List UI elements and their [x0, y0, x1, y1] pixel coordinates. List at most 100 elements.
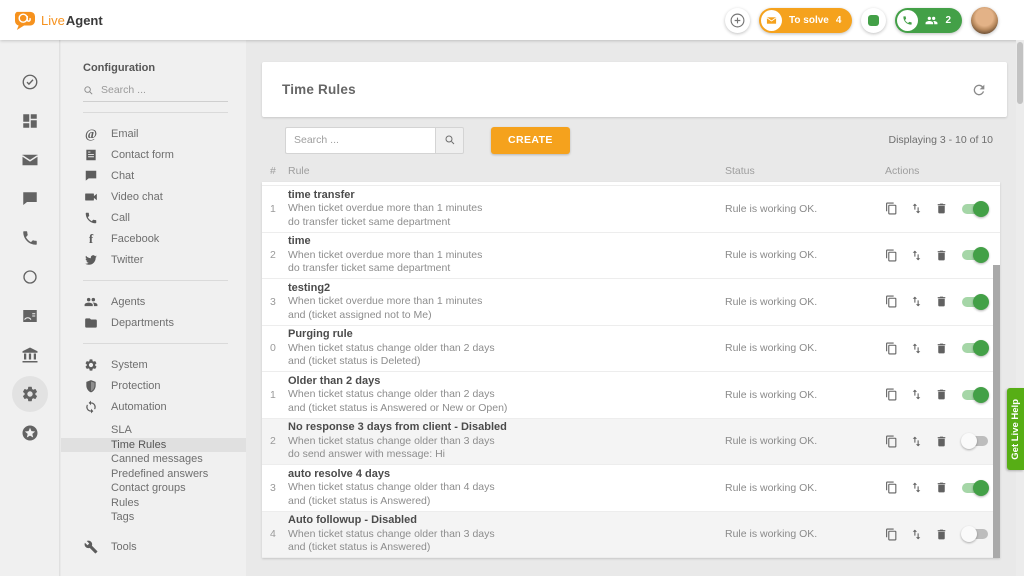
delete-icon[interactable]: [935, 249, 948, 262]
enable-toggle[interactable]: [962, 483, 988, 493]
table-row[interactable]: 2 No response 3 days from client - Disab…: [262, 419, 1000, 466]
reorder-icon[interactable]: [910, 528, 923, 541]
copy-icon[interactable]: [885, 202, 898, 215]
table-row[interactable]: 0 Purging rule When ticket status change…: [262, 326, 1000, 373]
delete-icon[interactable]: [935, 481, 948, 494]
sidebar-item-agents[interactable]: Agents: [61, 291, 246, 312]
chat-status-button[interactable]: [861, 8, 886, 33]
reorder-icon[interactable]: [910, 481, 923, 494]
delete-icon[interactable]: [935, 528, 948, 541]
add-button[interactable]: [725, 8, 750, 33]
user-avatar[interactable]: [971, 7, 998, 34]
delete-icon[interactable]: [935, 388, 948, 401]
get-live-help-button[interactable]: Get Live Help: [1007, 388, 1024, 470]
rules-search-button[interactable]: [435, 127, 464, 154]
delete-icon[interactable]: [935, 202, 948, 215]
table-row[interactable]: 1 Older than 2 days When ticket status c…: [262, 372, 1000, 419]
toggle-knob: [973, 247, 989, 263]
delete-icon[interactable]: [935, 435, 948, 448]
enable-toggle[interactable]: [962, 297, 988, 307]
rail-item-dashboard[interactable]: [12, 103, 48, 139]
rule-actions: [885, 481, 988, 494]
reorder-icon[interactable]: [910, 388, 923, 401]
table-row[interactable]: 3 testing2 When ticket overdue more than…: [262, 279, 1000, 326]
table-scrollbar[interactable]: [993, 265, 1000, 558]
sidebar-item-tools[interactable]: Tools: [61, 537, 246, 558]
reorder-icon[interactable]: [910, 202, 923, 215]
copy-icon[interactable]: [885, 342, 898, 355]
circle-icon: [21, 268, 39, 286]
rule-order: 1: [270, 203, 288, 215]
copy-icon[interactable]: [885, 435, 898, 448]
enable-toggle[interactable]: [962, 204, 988, 214]
refresh-icon[interactable]: [971, 82, 987, 98]
table-row[interactable]: 3 auto resolve 4 days When ticket status…: [262, 465, 1000, 512]
rail-item-call[interactable]: [12, 220, 48, 256]
calls-button[interactable]: 2: [895, 8, 962, 33]
copy-icon[interactable]: [885, 295, 898, 308]
sidebar-item-automation[interactable]: Automation: [61, 396, 246, 417]
col-num: #: [270, 165, 288, 177]
sidebar-item-time-rules[interactable]: Time Rules: [61, 438, 246, 453]
rail-item-settings[interactable]: [12, 376, 48, 412]
liveagent-logo[interactable]: Live Agent: [0, 10, 103, 30]
rail-item-tickets[interactable]: [12, 64, 48, 100]
sidebar-item-predefined-answers[interactable]: Predefined answers: [61, 467, 246, 482]
sidebar-item-sla[interactable]: SLA: [61, 423, 246, 438]
enable-toggle[interactable]: [962, 390, 988, 400]
rail-item-chat[interactable]: [12, 181, 48, 217]
rule-condition: When ticket status change older than 3 d…: [288, 528, 725, 542]
configuration-sidebar: Configuration @Email Contact form Chat V…: [61, 40, 246, 576]
top-bar: Live Agent To solve 4 2: [0, 0, 1024, 40]
rule-status: Rule is working OK.: [725, 249, 885, 261]
sidebar-item-facebook[interactable]: fFacebook: [61, 228, 246, 249]
table-row[interactable]: 2 time When ticket overdue more than 1 m…: [262, 233, 1000, 280]
copy-icon[interactable]: [885, 528, 898, 541]
sidebar-item-contact-form[interactable]: Contact form: [61, 144, 246, 165]
rail-item-mail[interactable]: [12, 142, 48, 178]
sidebar-item-departments[interactable]: Departments: [61, 312, 246, 333]
rail-item-contacts[interactable]: [12, 298, 48, 334]
copy-icon[interactable]: [885, 249, 898, 262]
sidebar-item-canned-messages[interactable]: Canned messages: [61, 452, 246, 467]
sidebar-item-system[interactable]: System: [61, 354, 246, 375]
table-row[interactable]: 1 time transfer When ticket overdue more…: [262, 186, 1000, 233]
rule-name: Purging rule: [288, 328, 725, 342]
sidebar-item-chat[interactable]: Chat: [61, 165, 246, 186]
scrollbar-thumb[interactable]: [1017, 42, 1023, 104]
rule-action: and (ticket status is Answered): [288, 495, 725, 509]
rail-item-billing[interactable]: [12, 337, 48, 373]
sidebar-item-email[interactable]: @Email: [61, 123, 246, 144]
to-solve-button[interactable]: To solve 4: [759, 8, 852, 33]
sidebar-item-contact-groups[interactable]: Contact groups: [61, 481, 246, 496]
sidebar-item-rules[interactable]: Rules: [61, 496, 246, 511]
delete-icon[interactable]: [935, 342, 948, 355]
sidebar-item-video-chat[interactable]: Video chat: [61, 186, 246, 207]
create-button[interactable]: CREATE: [491, 127, 570, 154]
window-scrollbar[interactable]: [1016, 40, 1024, 576]
sidebar-item-protection[interactable]: Protection: [61, 375, 246, 396]
reorder-icon[interactable]: [910, 342, 923, 355]
copy-icon[interactable]: [885, 481, 898, 494]
toggle-knob: [973, 387, 989, 403]
sidebar-item-call[interactable]: Call: [61, 207, 246, 228]
reorder-icon[interactable]: [910, 249, 923, 262]
toggle-knob: [973, 294, 989, 310]
enable-toggle[interactable]: [962, 436, 988, 446]
rules-search-input[interactable]: [285, 127, 435, 154]
reorder-icon[interactable]: [910, 295, 923, 308]
enable-toggle[interactable]: [962, 343, 988, 353]
rail-item-online[interactable]: [12, 259, 48, 295]
enable-toggle[interactable]: [962, 529, 988, 539]
rule-actions: [885, 435, 988, 448]
delete-icon[interactable]: [935, 295, 948, 308]
enable-toggle[interactable]: [962, 250, 988, 260]
sidebar-item-twitter[interactable]: Twitter: [61, 249, 246, 270]
sidebar-item-tags[interactable]: Tags: [61, 510, 246, 525]
copy-icon[interactable]: [885, 388, 898, 401]
rail-item-gamification[interactable]: [12, 415, 48, 451]
reorder-icon[interactable]: [910, 435, 923, 448]
rule-order: 1: [270, 389, 288, 401]
table-row[interactable]: 4 Auto followup - Disabled When ticket s…: [262, 512, 1000, 559]
sidebar-search-input[interactable]: [101, 84, 221, 96]
